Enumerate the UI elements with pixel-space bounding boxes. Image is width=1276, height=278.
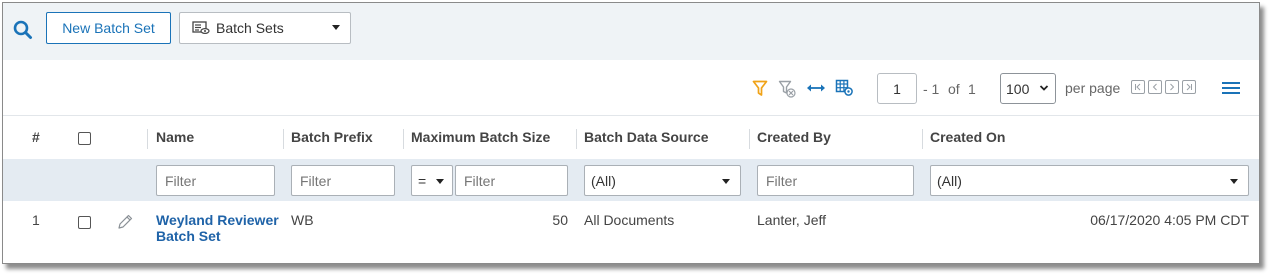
column-divider: [147, 129, 148, 149]
size-operator-value: =: [418, 172, 427, 189]
chevron-right-icon: [1170, 83, 1175, 91]
data-source-cell: All Documents: [584, 212, 675, 228]
column-header-max-batch-size[interactable]: Maximum Batch Size: [411, 129, 550, 145]
list-view-icon: [192, 21, 210, 35]
batch-prefix-filter-input[interactable]: [291, 165, 395, 196]
column-divider: [283, 129, 284, 149]
batch-set-name-line2: Batch Set: [156, 228, 221, 244]
per-page-label: per page: [1065, 80, 1121, 96]
column-divider: [403, 129, 404, 149]
top-toolbar: New Batch Set Batch Sets: [3, 3, 1259, 60]
edit-pencil-icon[interactable]: [116, 213, 134, 231]
prev-page-button[interactable]: [1148, 80, 1162, 94]
max-batch-size-cell: 50: [552, 212, 568, 228]
page-number-input[interactable]: [877, 73, 917, 104]
size-operator-select[interactable]: =: [411, 165, 453, 196]
next-page-button[interactable]: [1165, 80, 1179, 94]
column-divider: [576, 129, 577, 149]
total-pages: 1: [968, 81, 976, 97]
column-header-name[interactable]: Name: [156, 129, 194, 145]
batch-set-name-line1: Weyland Reviewer: [156, 212, 279, 228]
view-select[interactable]: Batch Sets: [179, 12, 351, 44]
column-header-created-on[interactable]: Created On: [930, 129, 1005, 145]
column-header-created-by[interactable]: Created By: [757, 129, 831, 145]
first-page-icon: [1135, 83, 1141, 91]
new-batch-set-button[interactable]: New Batch Set: [46, 12, 171, 44]
created-by-cell: Lanter, Jeff: [757, 212, 827, 228]
column-header-index: #: [32, 129, 40, 145]
view-select-value: Batch Sets: [216, 20, 284, 36]
chevron-down-icon: [1230, 179, 1238, 184]
filter-row: = (All) (All): [3, 159, 1259, 201]
created-by-filter-input[interactable]: [757, 165, 914, 196]
row-checkbox[interactable]: [78, 216, 91, 229]
column-header-batch-prefix[interactable]: Batch Prefix: [291, 129, 373, 145]
chevron-down-icon: [332, 25, 340, 30]
column-divider: [922, 129, 923, 149]
batch-set-name-link[interactable]: Weyland Reviewer Batch Set: [156, 212, 281, 244]
page-of-label: of: [948, 81, 960, 97]
clear-filter-icon[interactable]: [778, 80, 796, 98]
last-page-icon: [1186, 83, 1192, 91]
search-icon[interactable]: [12, 19, 34, 41]
grid-settings-icon[interactable]: [835, 79, 854, 97]
menu-icon[interactable]: [1222, 81, 1240, 95]
column-divider: [749, 129, 750, 149]
last-page-button[interactable]: [1182, 80, 1196, 94]
created-on-filter-value: (All): [937, 172, 962, 189]
column-header-data-source[interactable]: Batch Data Source: [584, 129, 708, 145]
row-index: 1: [32, 212, 40, 228]
filter-icon[interactable]: [752, 80, 768, 97]
first-page-button[interactable]: [1131, 80, 1145, 94]
table-row: 1 Weyland Reviewer Batch Set WB 50 All D…: [3, 201, 1259, 261]
data-source-filter-select[interactable]: (All): [584, 165, 741, 196]
created-on-filter-select[interactable]: (All): [930, 165, 1249, 196]
chevron-down-icon: [436, 179, 444, 184]
batch-sets-panel: New Batch Set Batch Sets 1 - 1 of 1 100 …: [2, 2, 1260, 264]
fit-columns-icon[interactable]: [806, 82, 826, 94]
chevron-left-icon: [1152, 83, 1157, 91]
per-page-select[interactable]: 100: [1000, 73, 1056, 104]
chevron-down-icon: [722, 179, 730, 184]
select-all-checkbox[interactable]: [78, 132, 91, 145]
name-filter-input[interactable]: [156, 165, 275, 196]
chevron-down-icon: [1039, 85, 1049, 91]
data-source-filter-value: (All): [591, 172, 616, 189]
page-range-text: - 1: [923, 81, 940, 97]
pager-bar: - 1 of 1 100 per page: [3, 60, 1259, 116]
batch-prefix-cell: WB: [291, 212, 314, 228]
created-on-cell: 06/17/2020 4:05 PM CDT: [1090, 212, 1249, 228]
max-batch-size-filter-input[interactable]: [455, 165, 568, 196]
per-page-value: 100: [1006, 80, 1030, 97]
table-header: # Name Batch Prefix Maximum Batch Size B…: [3, 117, 1259, 159]
